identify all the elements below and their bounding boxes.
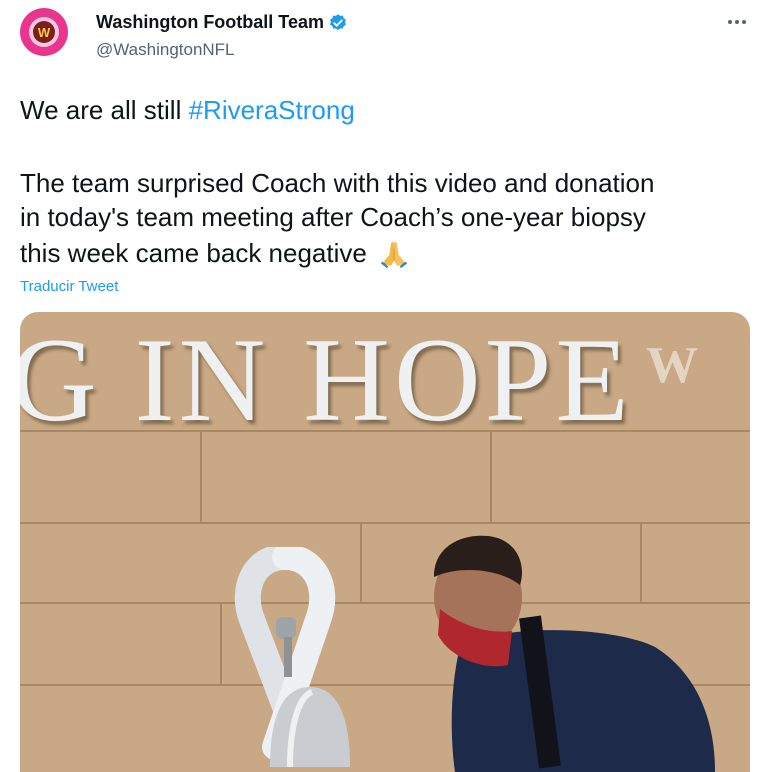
bell-icon	[270, 617, 350, 768]
wall-seam	[360, 524, 362, 602]
translate-tweet-link[interactable]: Traducir Tweet	[20, 278, 118, 295]
verified-badge-icon	[330, 13, 346, 30]
team-watermark: W	[646, 337, 698, 394]
wall-lettering: G IN HOPE	[20, 313, 633, 446]
person-figure	[434, 535, 715, 772]
tweet-text-prefix: We are all still	[20, 95, 189, 125]
folded-hands-icon	[380, 241, 408, 269]
hashtag-link[interactable]: #RiveraStrong	[189, 95, 355, 125]
avatar-ring: W	[29, 17, 59, 47]
avatar-logo: W	[33, 21, 55, 43]
tweet-text-line-2: The team surprised Coach with this video…	[20, 168, 655, 198]
author-row: Washington Football Team	[96, 12, 348, 33]
tweet-text-line-3: in today's team meeting after Coach’s on…	[20, 202, 646, 232]
more-options-icon[interactable]	[724, 12, 750, 32]
author-handle[interactable]: @WashingtonNFL	[96, 40, 235, 60]
avatar[interactable]: W	[20, 8, 68, 56]
tweet-text-line-4-wrap: this week came back negative	[20, 236, 411, 270]
author-name[interactable]: Washington Football Team	[96, 12, 324, 33]
tweet-text-line-4: this week came back negative	[20, 238, 367, 268]
tweet-text-line-1: We are all still #RiveraStrong	[20, 93, 355, 127]
tweet-video[interactable]: G IN HOPE W	[20, 312, 750, 772]
